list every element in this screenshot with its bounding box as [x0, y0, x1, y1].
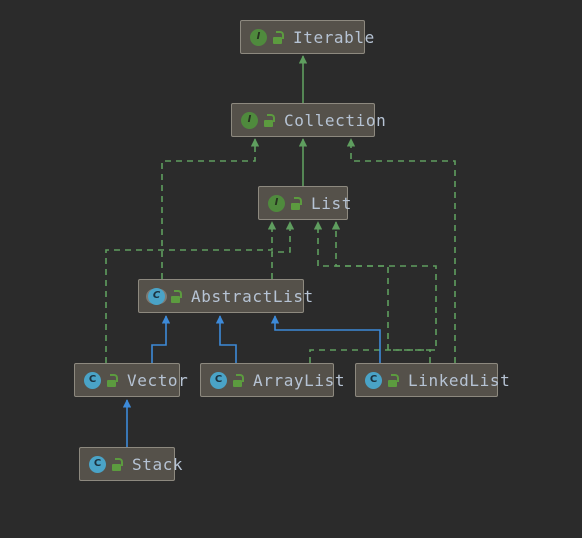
node-arraylist[interactable]: C ArrayList — [200, 363, 345, 397]
class-icon: C — [210, 371, 227, 389]
edge-vector-abstractlist — [151, 315, 171, 363]
class-icon: C — [365, 371, 382, 389]
node-label: Collection — [284, 110, 387, 130]
node-label: LinkedList — [408, 370, 511, 390]
edge-abstractlist-collection — [161, 138, 260, 279]
edge-arraylist-list — [309, 221, 437, 363]
node-label: Stack — [132, 454, 184, 474]
edge-abstractlist-list — [271, 221, 295, 279]
unlock-icon — [387, 373, 399, 387]
node-label: AbstractList — [191, 286, 314, 306]
node-iterable[interactable]: I Iterable — [240, 20, 374, 54]
class-icon: C — [89, 455, 106, 473]
node-linkedlist[interactable]: C LinkedList — [355, 363, 510, 397]
unlock-icon — [170, 289, 182, 303]
unlock-icon — [290, 196, 302, 210]
node-vector[interactable]: C Vector — [74, 363, 188, 397]
interface-icon: I — [250, 28, 267, 46]
node-label: Iterable — [293, 27, 375, 47]
node-abstractlist[interactable]: C AbstractList — [138, 279, 313, 313]
abstract-class-icon: C — [148, 287, 165, 305]
edge-linkedlist-abstractlist — [270, 315, 381, 363]
node-stack[interactable]: C Stack — [79, 447, 183, 481]
unlock-icon — [232, 373, 244, 387]
unlock-icon — [263, 113, 275, 127]
edge-arraylist-abstractlist — [215, 315, 237, 363]
node-label: List — [311, 193, 352, 213]
interface-icon: I — [268, 194, 285, 212]
edge-linkedlist-list — [331, 221, 431, 363]
node-label: Vector — [127, 370, 189, 390]
interface-icon: I — [241, 111, 258, 129]
node-list[interactable]: I List — [258, 186, 351, 220]
unlock-icon — [272, 30, 284, 44]
class-icon: C — [84, 371, 101, 389]
unlock-icon — [106, 373, 118, 387]
class-hierarchy-diagram: I Iterable I Collection I List C AbstractList C V… — [0, 0, 582, 538]
unlock-icon — [111, 457, 123, 471]
node-collection[interactable]: I Collection — [231, 103, 386, 137]
node-label: ArrayList — [253, 370, 346, 390]
